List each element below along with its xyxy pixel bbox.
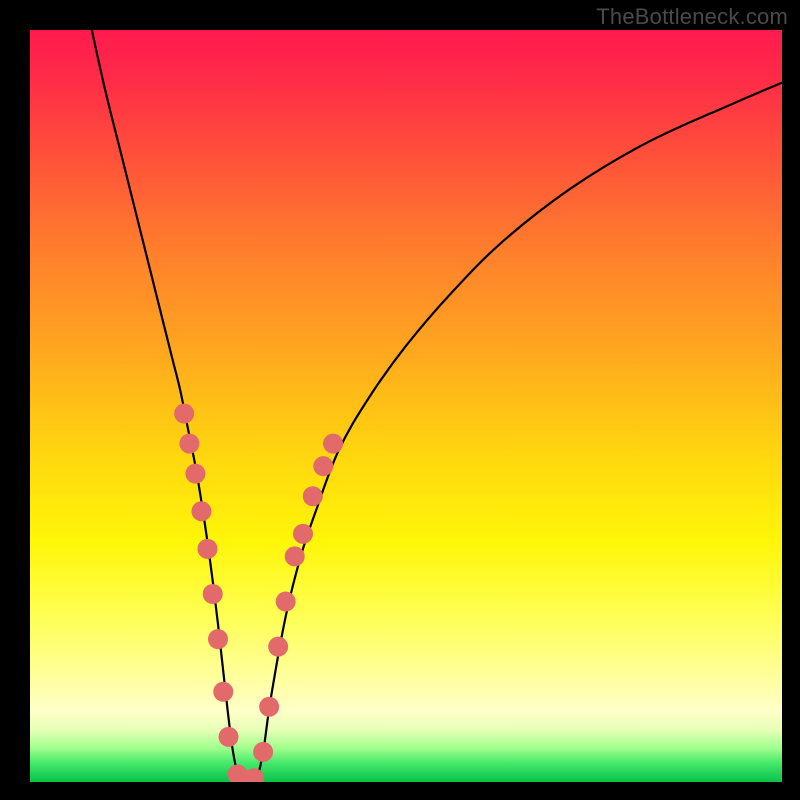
highlight-dot [185,464,205,484]
watermark-text: TheBottleneck.com [596,4,788,30]
plot-area [30,30,782,782]
highlight-dot [253,742,273,762]
chart-svg [30,30,782,782]
highlight-dot [259,697,279,717]
highlight-dot [191,501,211,521]
highlight-dot [174,404,194,424]
highlight-dot [276,592,296,612]
chart-background [30,30,782,782]
highlight-dot [219,727,239,747]
highlight-dot [303,486,323,506]
highlight-dot [323,434,343,454]
highlight-dot [197,539,217,559]
chart-frame: TheBottleneck.com [0,0,800,800]
highlight-dot [268,637,288,657]
highlight-dot [179,434,199,454]
highlight-dot [213,682,233,702]
highlight-dot [313,456,333,476]
highlight-dot [293,524,313,544]
highlight-dot [285,546,305,566]
highlight-dot [203,584,223,604]
highlight-dot [208,629,228,649]
